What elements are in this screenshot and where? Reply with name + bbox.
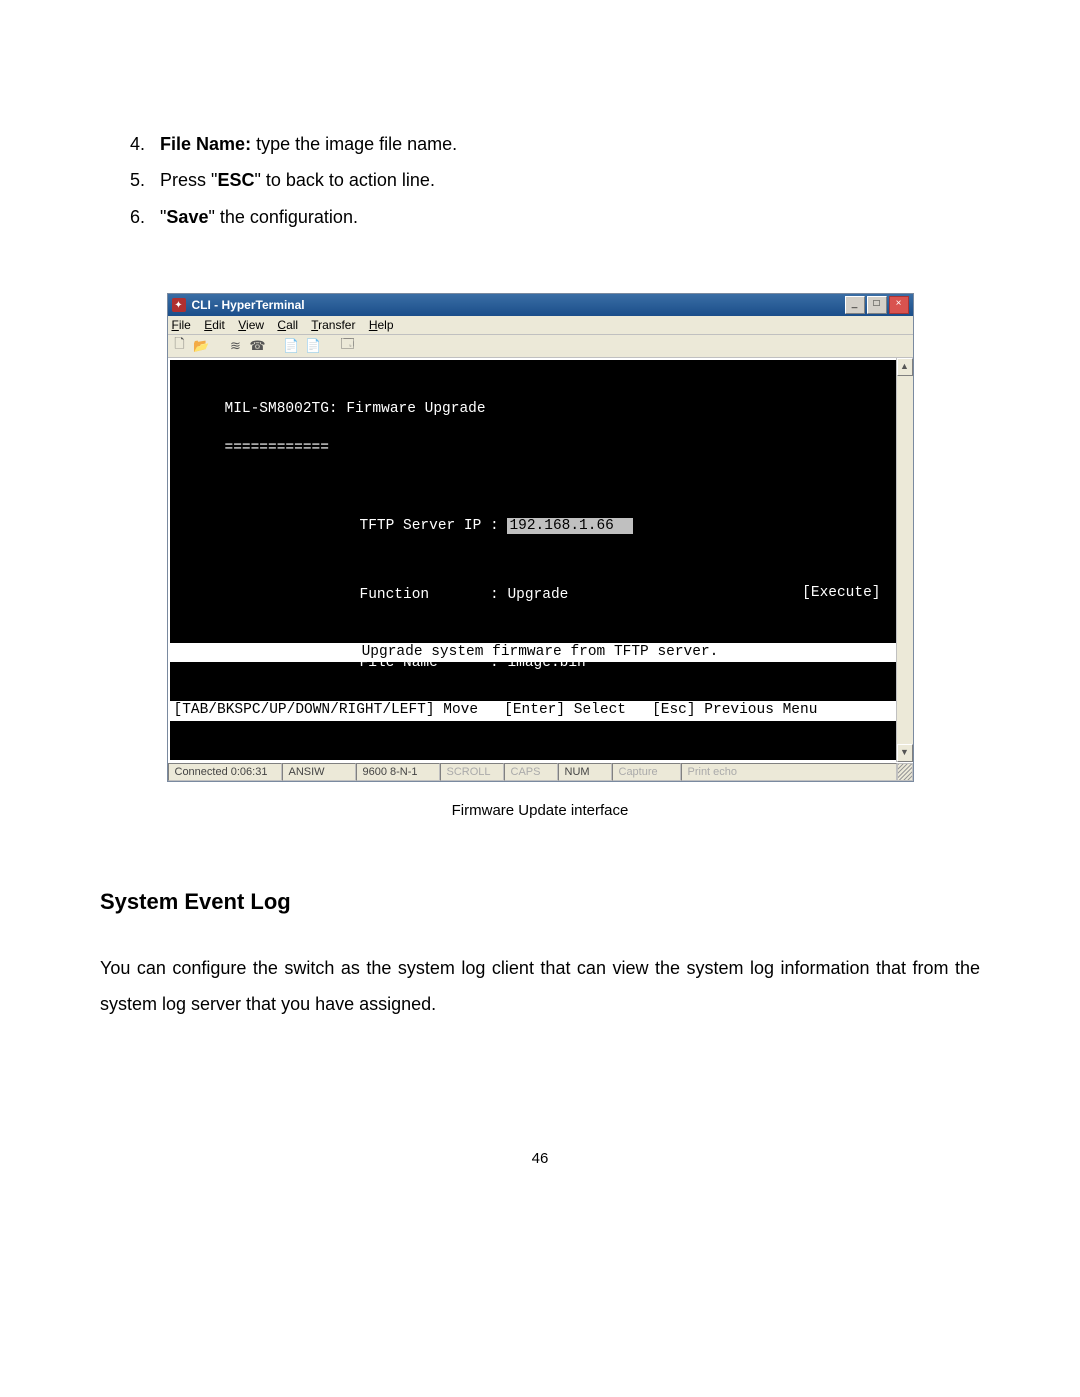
item-number: 6. xyxy=(130,207,145,227)
receive-icon[interactable]: 📄 xyxy=(306,338,322,354)
window-titlebar[interactable]: ✦ CLI - HyperTerminal _ □ × xyxy=(168,294,913,316)
item-text: type the image file name. xyxy=(251,134,457,154)
menu-edit[interactable]: Edit xyxy=(204,318,225,332)
item-text: Press " xyxy=(160,170,217,190)
window-controls: _ □ × xyxy=(845,296,909,314)
scrollbar[interactable]: ▲ ▼ xyxy=(896,358,913,762)
figure-caption: Firmware Update interface xyxy=(100,802,980,819)
maximize-button[interactable]: □ xyxy=(867,296,887,314)
item-number: 5. xyxy=(130,170,145,190)
hyperterminal-window: ✦ CLI - HyperTerminal _ □ × File Edit Vi… xyxy=(167,293,914,782)
status-params: 9600 8-N-1 xyxy=(356,763,440,781)
terminal-screen[interactable]: MIL-SM8002TG: Firmware Upgrade =========… xyxy=(170,360,911,760)
terminal-footer: [Execute] Upgrade system firmware from T… xyxy=(170,545,911,760)
minimize-button[interactable]: _ xyxy=(845,296,865,314)
body-paragraph: You can configure the switch as the syst… xyxy=(100,950,980,1022)
disconnect-icon[interactable]: ☎ xyxy=(250,338,266,354)
field-label-ip: TFTP Server IP : xyxy=(360,518,508,534)
status-caps: CAPS xyxy=(504,763,558,781)
document-page: 4. File Name: type the image file name. … xyxy=(0,0,1080,1397)
status-scroll: SCROLL xyxy=(440,763,504,781)
window-title: CLI - HyperTerminal xyxy=(192,298,845,312)
new-icon[interactable]: 🗋 xyxy=(172,338,188,354)
item-bold: File Name: xyxy=(160,134,251,154)
menu-call[interactable]: Call xyxy=(277,318,298,332)
list-item: 5. Press "ESC" to back to action line. xyxy=(130,164,980,196)
status-capture: Capture xyxy=(612,763,681,781)
item-number: 4. xyxy=(130,134,145,154)
page-number: 46 xyxy=(0,1150,1080,1167)
scroll-up-icon[interactable]: ▲ xyxy=(897,358,913,376)
scroll-down-icon[interactable]: ▼ xyxy=(897,744,913,762)
save-icon[interactable]: ≋ xyxy=(228,338,244,354)
terminal-divider: ============ xyxy=(225,440,329,456)
toolbar: 🗋 📂 ≋ ☎ 📄 📄 🗔 xyxy=(168,335,913,358)
status-bar: Connected 0:06:31 ANSIW 9600 8-N-1 SCROL… xyxy=(168,762,913,781)
list-item: 6. "Save" the configuration. xyxy=(130,201,980,233)
terminal-header: MIL-SM8002TG: Firmware Upgrade xyxy=(225,401,486,417)
item-text: " to back to action line. xyxy=(254,170,435,190)
section-heading: System Event Log xyxy=(100,889,980,915)
status-echo: Print echo xyxy=(681,763,897,781)
terminal-container: MIL-SM8002TG: Firmware Upgrade =========… xyxy=(168,358,913,762)
send-icon[interactable]: 📄 xyxy=(284,338,300,354)
close-button[interactable]: × xyxy=(889,296,909,314)
app-icon: ✦ xyxy=(172,298,186,312)
list-item: 4. File Name: type the image file name. xyxy=(130,128,980,160)
instruction-list: 4. File Name: type the image file name. … xyxy=(130,128,980,233)
execute-action[interactable]: [Execute] xyxy=(170,584,911,604)
item-bold: ESC xyxy=(217,170,254,190)
resize-grip-icon[interactable] xyxy=(897,763,913,781)
menu-help[interactable]: Help xyxy=(369,318,394,332)
menu-file[interactable]: File xyxy=(172,318,191,332)
menu-view[interactable]: View xyxy=(238,318,264,332)
field-value-ip[interactable]: 192.168.1.66 xyxy=(507,518,633,534)
item-text: " the configuration. xyxy=(208,207,357,227)
menu-transfer[interactable]: Transfer xyxy=(311,318,355,332)
status-num: NUM xyxy=(558,763,612,781)
properties-icon[interactable]: 🗔 xyxy=(340,338,356,354)
menu-bar: File Edit View Call Transfer Help xyxy=(168,316,913,335)
status-connected: Connected 0:06:31 xyxy=(168,763,282,781)
status-emulation: ANSIW xyxy=(282,763,356,781)
open-icon[interactable]: 📂 xyxy=(194,338,210,354)
item-bold: Save xyxy=(166,207,208,227)
terminal-nav-help: [TAB/BKSPC/UP/DOWN/RIGHT/LEFT] Move [Ent… xyxy=(170,701,911,721)
terminal-hint: Upgrade system firmware from TFTP server… xyxy=(170,643,911,663)
